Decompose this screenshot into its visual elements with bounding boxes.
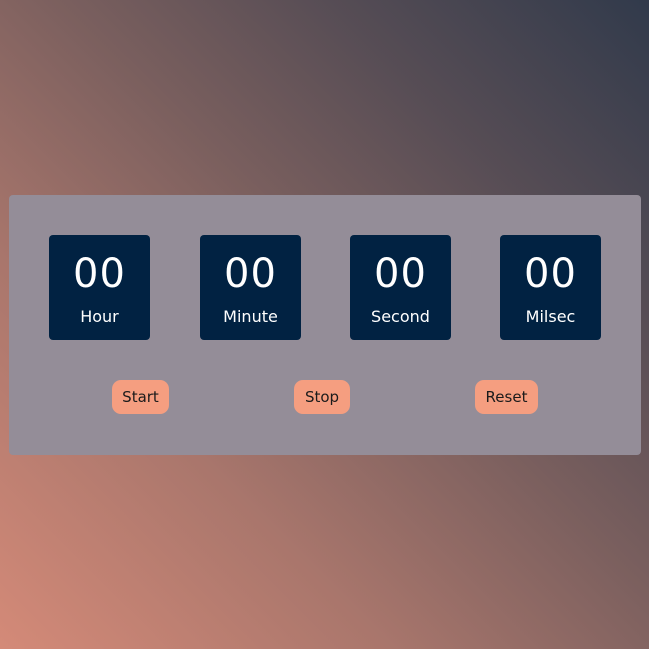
hour-display: 00 Hour: [49, 235, 150, 340]
reset-button[interactable]: Reset: [475, 380, 538, 414]
minute-display: 00 Minute: [200, 235, 301, 340]
stopwatch-panel: 00 Hour 00 Minute 00 Second 00 Milsec St…: [9, 195, 641, 455]
start-button[interactable]: Start: [112, 380, 169, 414]
hour-label: Hour: [80, 307, 119, 326]
second-label: Second: [371, 307, 430, 326]
milsec-label: Milsec: [525, 307, 576, 326]
minute-label: Minute: [223, 307, 278, 326]
milsec-value: 00: [524, 251, 577, 297]
hour-value: 00: [73, 251, 126, 297]
stop-button[interactable]: Stop: [294, 380, 350, 414]
second-value: 00: [374, 251, 427, 297]
second-display: 00 Second: [350, 235, 451, 340]
milsec-display: 00 Milsec: [500, 235, 601, 340]
minute-value: 00: [224, 251, 277, 297]
